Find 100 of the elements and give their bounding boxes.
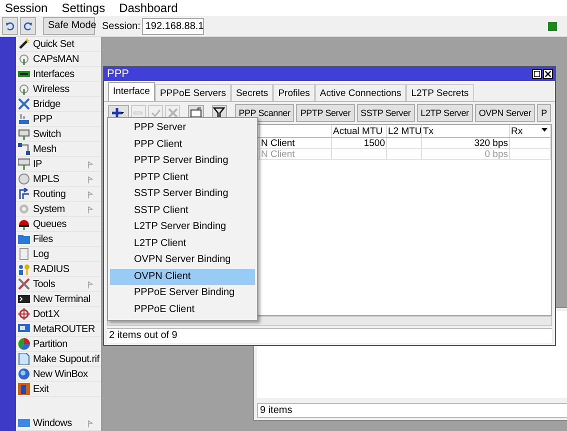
sidebar-item[interactable]: PPP (16, 112, 101, 127)
sidebar-item[interactable]: RADIUS (16, 262, 101, 277)
sidebar-item[interactable]: Partition (16, 337, 101, 352)
status-text: 9 items (257, 403, 567, 418)
sidebar-item[interactable]: Bridge (16, 97, 101, 112)
sidebar-item[interactable]: System (16, 202, 101, 217)
tab[interactable]: L2TP Secrets (406, 84, 474, 101)
sidebar-item[interactable]: Make Supout.rif (16, 352, 101, 367)
menu-item[interactable]: PPTP Server Binding (110, 153, 255, 170)
sidebar-item[interactable]: Windows (16, 416, 101, 431)
status-text: 2 items out of 9 (107, 328, 552, 343)
monitor-icon (18, 323, 30, 335)
toolbar-button[interactable]: PPTP Server (296, 104, 355, 122)
column-header: Actual MTU (332, 125, 387, 137)
menu-item[interactable]: PPPoE Server Binding (110, 285, 255, 302)
submenu-arrow-icon (87, 280, 95, 290)
tab[interactable]: PPPoE Servers (154, 84, 231, 101)
sidebar-item[interactable]: Interfaces (16, 67, 101, 82)
tab[interactable]: Secrets (230, 84, 274, 101)
sidebar-item[interactable]: Routing (16, 187, 101, 202)
sidebar-item[interactable]: Queues (16, 217, 101, 232)
column-header: Rx (510, 125, 551, 137)
submenu-arrow-icon (87, 160, 95, 170)
sidebar-item[interactable]: New Terminal (16, 292, 101, 307)
ppp-icon (18, 113, 30, 125)
toolbar-button[interactable]: SSTP Server (356, 104, 415, 122)
table-cell: 320 bps (422, 138, 510, 148)
menu-item[interactable]: PPP Client (110, 136, 255, 153)
safe-mode-button[interactable]: Safe Mode (43, 17, 95, 35)
note-icon (190, 107, 202, 119)
tab[interactable]: Profiles (273, 84, 315, 101)
window-title: PPP (107, 67, 130, 82)
menu-item[interactable]: PPP Server (110, 120, 255, 136)
tab[interactable]: Interface (108, 82, 155, 101)
window-icon (18, 417, 30, 429)
toolbar-button[interactable]: P (537, 104, 551, 122)
plus-icon (111, 107, 126, 119)
ip-icon (18, 158, 30, 170)
table-cell: N Client (260, 149, 332, 159)
redo-icon (23, 21, 33, 31)
menu-item[interactable]: SSTP Client (110, 202, 255, 219)
maximize-icon (533, 70, 541, 78)
target-icon (18, 308, 30, 320)
menu-item[interactable]: PPTP Client (110, 170, 255, 186)
session-field[interactable]: 192.168.88.1 (142, 18, 204, 34)
maximize-button[interactable] (532, 69, 542, 79)
menu-item[interactable]: OVPN Client (110, 268, 255, 285)
undo-button[interactable] (2, 17, 18, 35)
dropdown-arrow-icon[interactable] (540, 125, 549, 134)
terminal-icon (18, 293, 30, 305)
switch-icon (18, 128, 30, 140)
menu-item[interactable]: Dashboard (119, 0, 178, 17)
antenna-icon (18, 83, 30, 95)
column-header: L2 MTU (387, 125, 422, 137)
sidebar-item[interactable]: Files (16, 232, 101, 247)
pie-icon (18, 338, 30, 350)
mesh-icon (18, 143, 30, 155)
close-button[interactable] (543, 69, 553, 79)
door-icon (18, 383, 30, 395)
globe-icon (18, 368, 30, 380)
toolbar-button[interactable]: OVPN Server (474, 104, 536, 122)
document-icon (18, 353, 30, 365)
tab[interactable]: Active Connections (314, 84, 406, 101)
menu-item[interactable]: L2TP Client (110, 236, 255, 252)
sidebar-item[interactable]: Tools (16, 277, 101, 292)
users-icon (18, 263, 30, 275)
menu-item[interactable]: Settings (62, 0, 106, 17)
sidebar-item[interactable]: MetaROUTER (16, 322, 101, 337)
cross-icon (166, 107, 179, 119)
sidebar-item[interactable]: Switch (16, 127, 101, 142)
table-cell: N Client (260, 138, 332, 148)
sidebar-item[interactable]: New WinBox (16, 367, 101, 382)
network-card-icon (18, 68, 30, 80)
sidebar-item[interactable]: Quick Set (16, 37, 101, 52)
sidebar-item[interactable]: Dot1X (16, 307, 101, 322)
submenu-arrow-icon (87, 190, 95, 200)
menu-item[interactable]: SSTP Server Binding (110, 186, 255, 202)
disc-icon (18, 173, 30, 185)
queue-icon (18, 218, 30, 230)
submenu-arrow-icon (87, 205, 95, 215)
menu-item[interactable]: Session (5, 0, 48, 17)
redo-button[interactable] (20, 17, 36, 35)
sidebar-item[interactable]: Exit (16, 382, 101, 397)
sidebar-item[interactable]: Log (16, 247, 101, 262)
close-icon (544, 70, 552, 78)
undo-icon (5, 21, 15, 31)
sidebar-item[interactable]: IP (16, 157, 101, 172)
toolbar-button[interactable]: L2TP Server (416, 104, 473, 122)
check-icon (150, 107, 162, 119)
filter-icon (213, 107, 226, 119)
menu-item[interactable]: L2TP Server Binding (110, 219, 255, 236)
sidebar-item[interactable]: Mesh (16, 142, 101, 157)
sidebar-item[interactable]: CAPsMAN (16, 52, 101, 67)
session-label: Session: (102, 20, 140, 34)
antenna-icon (18, 53, 30, 65)
menu-item[interactable]: OVPN Server Binding (110, 252, 255, 268)
menu-item[interactable]: PPPoE Client (110, 302, 255, 318)
table-cell: 1500 (332, 138, 387, 148)
sidebar-item[interactable]: MPLS (16, 172, 101, 187)
sidebar-item[interactable]: Wireless (16, 82, 101, 97)
